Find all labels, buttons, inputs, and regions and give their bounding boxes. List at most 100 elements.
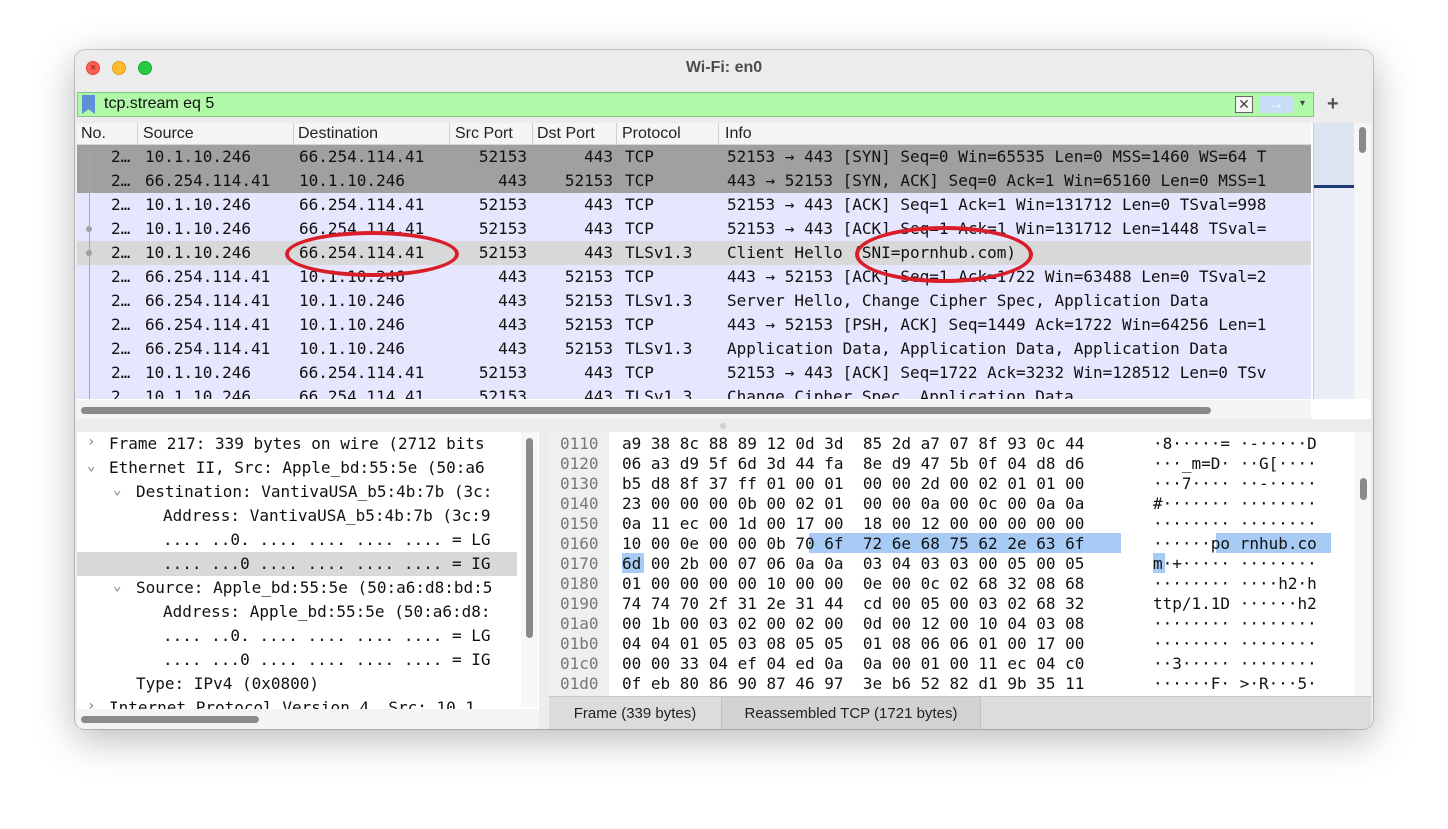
packet-list-vertical-scrollbar[interactable] — [1354, 123, 1371, 399]
bytes-row[interactable]: 0140 23 00 00 00 0b 00 02 01 00 00 0a 00 … — [549, 493, 1349, 513]
packet-no: 2… — [111, 339, 131, 358]
packet-row[interactable]: 2… 66.254.114.41 10.1.10.246 443 52153 T… — [77, 337, 1311, 361]
hex-bytes[interactable]: 0f eb 80 86 90 87 46 97 3e b6 52 82 d1 9… — [622, 674, 1084, 693]
bytes-row[interactable]: 0190 74 74 70 2f 31 2e 31 44 cd 00 05 00 … — [549, 593, 1349, 613]
packet-row[interactable]: 2… 10.1.10.246 66.254.114.41 52153 443 T… — [77, 217, 1311, 241]
tree-item[interactable]: Type: IPv4 (0x0800) — [77, 672, 517, 696]
tree-item[interactable]: › Internet Protocol Version 4, Src: 10.1. — [77, 696, 517, 709]
expand-arrow-icon[interactable]: › — [87, 434, 95, 450]
tree-item[interactable]: ⌄ Destination: VantivaUSA_b5:4b:7b (3c: — [77, 480, 517, 504]
bytes-row[interactable]: 0180 01 00 00 00 00 10 00 00 0e 00 0c 02 … — [549, 573, 1349, 593]
column-header-destination[interactable]: Destination — [298, 125, 378, 143]
ascii-bytes[interactable]: m·+····· ········ — [1153, 554, 1317, 573]
bytes-row[interactable]: 01b0 04 04 01 05 03 08 05 05 01 08 06 06 … — [549, 633, 1349, 653]
hex-bytes[interactable]: 6d 00 2b 00 07 06 0a 0a 03 04 03 03 00 0… — [622, 554, 1084, 573]
packet-row[interactable]: 2… 66.254.114.41 10.1.10.246 443 52153 T… — [77, 289, 1311, 313]
bytes-row[interactable]: 01c0 00 00 33 04 ef 04 ed 0a 0a 00 01 00 … — [549, 653, 1349, 673]
packet-minimap[interactable] — [1313, 123, 1354, 399]
ascii-bytes[interactable]: ········ ········ — [1153, 514, 1317, 533]
hex-bytes[interactable]: 04 04 01 05 03 08 05 05 01 08 06 06 01 0… — [622, 634, 1084, 653]
column-header-source[interactable]: Source — [143, 125, 194, 143]
packet-row[interactable]: 2… 66.254.114.41 10.1.10.246 443 52153 T… — [77, 265, 1311, 289]
ascii-bytes[interactable]: ······po rnhub.co — [1153, 534, 1317, 553]
tab-frame-bytes[interactable]: Frame (339 bytes) — [549, 697, 722, 729]
packet-row[interactable]: 2… 66.254.114.41 10.1.10.246 443 52153 T… — [77, 313, 1311, 337]
packet-row-selected[interactable]: 2… 10.1.10.246 66.254.114.41 52153 443 T… — [77, 241, 1311, 265]
bytes-row[interactable]: 0110 a9 38 8c 88 89 12 0d 3d 85 2d a7 07 … — [549, 433, 1349, 453]
collapse-arrow-icon[interactable]: ⌄ — [87, 458, 95, 474]
packet-list-horizontal-scrollbar[interactable] — [77, 400, 1311, 419]
packet-row[interactable]: 2… 66.254.114.41 10.1.10.246 443 52153 T… — [77, 169, 1311, 193]
tree-item[interactable]: ⌄ Ethernet II, Src: Apple_bd:55:5e (50:a6 — [77, 456, 517, 480]
pane-splitter[interactable] — [75, 420, 1373, 432]
display-filter-input[interactable]: tcp.stream eq 5 — [104, 95, 214, 113]
ascii-bytes[interactable]: ·8·····= ·-·····D — [1153, 434, 1317, 453]
filter-bookmark-icon[interactable] — [82, 95, 95, 114]
hex-bytes[interactable]: a9 38 8c 88 89 12 0d 3d 85 2d a7 07 8f 9… — [622, 434, 1084, 453]
tree-item-selected[interactable]: .... ...0 .... .... .... .... = IG — [77, 552, 517, 576]
bytes-row[interactable]: 0120 06 a3 d9 5f 6d 3d 44 fa 8e d9 47 5b … — [549, 453, 1349, 473]
packet-info: 443 → 52153 [PSH, ACK] Seq=1449 Ack=1722… — [727, 315, 1267, 334]
packet-row[interactable]: 2… 10.1.10.246 66.254.114.41 52153 443 T… — [77, 361, 1311, 385]
hex-bytes[interactable]: 74 74 70 2f 31 2e 31 44 cd 00 05 00 03 0… — [622, 594, 1084, 613]
packet-row[interactable]: 2… 10.1.10.246 66.254.114.41 52153 443 T… — [77, 145, 1311, 169]
column-header-info[interactable]: Info — [725, 125, 752, 143]
display-filter-bar[interactable]: tcp.stream eq 5 ✕ → ▾ — [77, 92, 1314, 117]
expand-arrow-icon[interactable]: › — [87, 698, 95, 709]
tree-item[interactable]: ⌄ Source: Apple_bd:55:5e (50:a6:d8:bd:5 — [77, 576, 517, 600]
bytes-row[interactable]: 01d0 0f eb 80 86 90 87 46 97 3e b6 52 82 … — [549, 673, 1349, 693]
hex-bytes[interactable]: 10 00 0e 00 00 0b 70 6f 72 6e 68 75 62 2… — [622, 534, 1084, 553]
bytes-row[interactable]: 0150 0a 11 ec 00 1d 00 17 00 18 00 12 00 … — [549, 513, 1349, 533]
tree-item[interactable]: .... ...0 .... .... .... .... = IG — [77, 648, 517, 672]
scroll-thumb[interactable] — [81, 716, 259, 723]
ascii-bytes[interactable]: ··3····· ········ — [1153, 654, 1317, 673]
hex-bytes[interactable]: b5 d8 8f 37 ff 01 00 01 00 00 2d 00 02 0… — [622, 474, 1084, 493]
clear-filter-button[interactable]: ✕ — [1235, 96, 1253, 113]
hex-bytes[interactable]: 00 00 33 04 ef 04 ed 0a 0a 00 01 00 11 e… — [622, 654, 1084, 673]
bytes-row[interactable]: 0130 b5 d8 8f 37 ff 01 00 01 00 00 2d 00 … — [549, 473, 1349, 493]
collapse-arrow-icon[interactable]: ⌄ — [113, 578, 121, 594]
tree-item[interactable]: › Frame 217: 339 bytes on wire (2712 bits — [77, 432, 517, 456]
add-filter-button[interactable]: + — [1327, 93, 1339, 116]
ascii-bytes[interactable]: ········ ····h2·h — [1153, 574, 1317, 593]
apply-filter-button[interactable]: → — [1259, 95, 1293, 113]
ascii-bytes[interactable]: ········ ········ — [1153, 614, 1317, 633]
bytes-row[interactable]: 0160 10 00 0e 00 00 0b 70 6f 72 6e 68 75 … — [549, 533, 1349, 553]
details-vertical-scrollbar[interactable] — [521, 432, 538, 707]
details-horizontal-scrollbar[interactable] — [77, 709, 539, 729]
vertical-pane-splitter[interactable] — [539, 432, 549, 729]
ascii-bytes[interactable]: ······F· >·R···5· — [1153, 674, 1317, 693]
tree-item[interactable]: Address: Apple_bd:55:5e (50:a6:d8: — [77, 600, 517, 624]
tree-item[interactable]: Address: VantivaUSA_b5:4b:7b (3c:9 — [77, 504, 517, 528]
packet-row[interactable]: 2… 10.1.10.246 66.254.114.41 52153 443 T… — [77, 385, 1311, 399]
ascii-bytes[interactable]: #······· ········ — [1153, 494, 1317, 513]
packet-dst-port: 52153 — [564, 315, 613, 334]
tree-item[interactable]: .... ..0. .... .... .... .... = LG — [77, 528, 517, 552]
scroll-thumb[interactable] — [1359, 127, 1366, 153]
hex-bytes[interactable]: 01 00 00 00 00 10 00 00 0e 00 0c 02 68 3… — [622, 574, 1084, 593]
scroll-thumb[interactable] — [1360, 478, 1367, 500]
collapse-arrow-icon[interactable]: ⌄ — [113, 482, 121, 498]
related-packet-dot-icon — [86, 226, 92, 232]
packet-row[interactable]: 2… 10.1.10.246 66.254.114.41 52153 443 T… — [77, 193, 1311, 217]
scroll-thumb[interactable] — [526, 438, 533, 638]
column-header-dst-port[interactable]: Dst Port — [537, 125, 595, 143]
hex-bytes[interactable]: 06 a3 d9 5f 6d 3d 44 fa 8e d9 47 5b 0f 0… — [622, 454, 1084, 473]
tree-item[interactable]: .... ..0. .... .... .... .... = LG — [77, 624, 517, 648]
column-header-protocol[interactable]: Protocol — [622, 125, 681, 143]
hex-bytes[interactable]: 0a 11 ec 00 1d 00 17 00 18 00 12 00 00 0… — [622, 514, 1084, 533]
bytes-row[interactable]: 01a0 00 1b 00 03 02 00 02 00 0d 00 12 00 … — [549, 613, 1349, 633]
ascii-bytes[interactable]: ttp/1.1D ······h2 — [1153, 594, 1317, 613]
hex-bytes[interactable]: 23 00 00 00 0b 00 02 01 00 00 0a 00 0c 0… — [622, 494, 1084, 513]
column-header-src-port[interactable]: Src Port — [455, 125, 513, 143]
hex-bytes[interactable]: 00 1b 00 03 02 00 02 00 0d 00 12 00 10 0… — [622, 614, 1084, 633]
filter-history-dropdown-icon[interactable]: ▾ — [1300, 98, 1305, 109]
tab-reassembled-tcp[interactable]: Reassembled TCP (1721 bytes) — [722, 697, 981, 729]
bytes-vertical-scrollbar[interactable] — [1355, 432, 1371, 696]
scroll-thumb[interactable] — [81, 407, 1211, 414]
ascii-bytes[interactable]: ········ ········ — [1153, 634, 1317, 653]
column-header-no[interactable]: No. — [81, 125, 106, 143]
bytes-row[interactable]: 0170 6d 00 2b 00 07 06 0a 0a 03 04 03 03 … — [549, 553, 1349, 573]
ascii-bytes[interactable]: ···7···· ··-····· — [1153, 474, 1317, 493]
ascii-bytes[interactable]: ···_m=D· ··G[···· — [1153, 454, 1317, 473]
